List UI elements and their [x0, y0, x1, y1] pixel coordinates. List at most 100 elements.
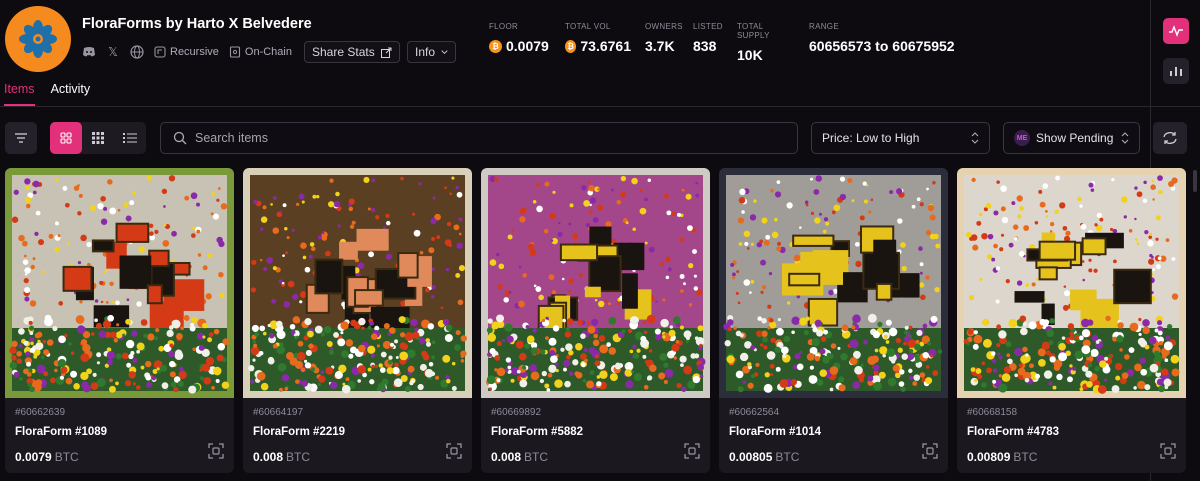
item-meta: #60662639 FloraForm #1089 0.0079 BTC — [5, 398, 234, 473]
item-price: 0.008 BTC — [253, 450, 462, 464]
sort-select[interactable]: Price: Low to High — [811, 122, 990, 154]
grid-large-icon — [60, 132, 72, 144]
search-bar — [160, 122, 798, 154]
magic-eden-icon: ME — [1014, 130, 1030, 146]
bitcoin-icon: ₿ — [489, 39, 502, 53]
stat-floor-label: FLOOR — [489, 22, 519, 31]
rail-divider — [1151, 106, 1200, 107]
item-name[interactable]: FloraForm #1089 — [15, 426, 224, 438]
item-price: 0.00809 BTC — [967, 450, 1176, 464]
stat-listed-label: LISTED — [693, 22, 723, 31]
price-value: 0.00809 — [967, 450, 1011, 464]
stat-owners: OWNERS 3.7K — [645, 22, 683, 63]
tab-bar: Items Activity — [4, 82, 90, 106]
search-icon — [173, 131, 187, 145]
item-card[interactable]: #60662564 FloraForm #1014 0.00805 BTC — [719, 168, 948, 473]
item-price: 0.0079 BTC — [15, 450, 224, 464]
pending-select[interactable]: ME Show Pending — [1003, 122, 1140, 154]
price-currency: BTC — [775, 450, 800, 464]
stat-total-supply: TOTAL SUPPLY 10K — [737, 22, 795, 63]
discord-icon[interactable] — [82, 45, 96, 59]
scan-icon[interactable] — [1160, 443, 1176, 459]
price-currency: BTC — [54, 450, 79, 464]
stat-total-vol-label: TOTAL VOL — [565, 22, 611, 31]
item-card[interactable]: #60669892 FloraForm #5882 0.008 BTC — [481, 168, 710, 473]
price-currency: BTC — [524, 450, 549, 464]
scan-icon[interactable] — [684, 443, 700, 459]
chevron-up-down-icon — [1121, 132, 1129, 144]
chevron-down-icon — [441, 50, 448, 55]
view-list-button[interactable] — [114, 122, 146, 154]
share-stats-button[interactable]: Share Stats — [304, 41, 400, 63]
stat-owners-label: OWNERS — [645, 22, 683, 31]
inscription-number: #60668158 — [967, 407, 1018, 418]
scan-icon[interactable] — [208, 443, 224, 459]
view-small-grid-button[interactable] — [82, 122, 114, 154]
view-mode-group — [50, 122, 146, 154]
view-large-grid-button[interactable] — [50, 122, 82, 154]
bitcoin-icon: ₿ — [565, 39, 577, 53]
item-name[interactable]: FloraForm #5882 — [491, 426, 700, 438]
item-name[interactable]: FloraForm #4783 — [967, 426, 1176, 438]
scan-icon[interactable] — [446, 443, 462, 459]
refresh-icon — [1163, 132, 1177, 144]
item-artwork[interactable] — [481, 168, 710, 398]
stat-floor-value: ₿ 0.0079 — [489, 38, 551, 54]
stat-listed: LISTED 838 — [693, 22, 723, 63]
collection-title: FloraForms by Harto X Belvedere — [82, 16, 312, 32]
inscription-number: #60669892 — [491, 407, 542, 418]
recursive-label: Recursive — [170, 46, 219, 58]
scrollbar-thumb[interactable] — [1193, 170, 1197, 192]
x-icon[interactable]: 𝕏 — [106, 45, 120, 59]
item-card[interactable]: #60664197 FloraForm #2219 0.008 BTC — [243, 168, 472, 473]
list-icon — [123, 133, 137, 143]
item-meta: #60664197 FloraForm #2219 0.008 BTC — [243, 398, 472, 473]
item-price: 0.00805 BTC — [729, 450, 938, 464]
collection-logo — [5, 6, 71, 72]
item-artwork[interactable] — [5, 168, 234, 398]
owners-value: 3.7K — [645, 38, 675, 54]
range-value: 60656573 to 60675952 — [809, 38, 955, 54]
globe-icon[interactable] — [130, 45, 144, 59]
item-card[interactable]: #60668158 FloraForm #4783 0.00809 BTC — [957, 168, 1186, 473]
item-meta: #60669892 FloraForm #5882 0.008 BTC — [481, 398, 710, 473]
inscription-number: #60662564 — [729, 407, 780, 418]
tab-items[interactable]: Items — [4, 82, 35, 106]
item-meta: #60668158 FloraForm #4783 0.00809 BTC — [957, 398, 1186, 473]
item-artwork[interactable] — [957, 168, 1186, 398]
flower-icon — [19, 20, 57, 58]
price-value: 0.0079 — [15, 450, 52, 464]
chevron-up-down-icon — [971, 132, 979, 144]
item-name[interactable]: FloraForm #2219 — [253, 426, 462, 438]
scan-icon[interactable] — [922, 443, 938, 459]
item-artwork[interactable] — [243, 168, 472, 398]
item-card[interactable]: #60662639 FloraForm #1089 0.0079 BTC — [5, 168, 234, 473]
item-meta: #60662564 FloraForm #1014 0.00805 BTC — [719, 398, 948, 473]
item-artwork[interactable] — [719, 168, 948, 398]
price-currency: BTC — [1013, 450, 1038, 464]
price-value: 0.008 — [491, 450, 522, 464]
refresh-button[interactable] — [1153, 122, 1187, 154]
recursive-tag: Recursive — [154, 46, 219, 58]
stat-total-vol: TOTAL VOL ₿ 73.6761 — [565, 22, 631, 63]
filter-button[interactable] — [5, 122, 37, 154]
on-chain-icon — [229, 46, 240, 58]
item-name[interactable]: FloraForm #1014 — [729, 426, 938, 438]
page: FloraForms by Harto X Belvedere 𝕏 Recurs… — [0, 0, 1200, 481]
tab-activity[interactable]: Activity — [51, 82, 91, 106]
item-grid: #60662639 FloraForm #1089 0.0079 BTC #606641… — [5, 168, 1186, 473]
analytics-button[interactable] — [1163, 58, 1189, 84]
price-value: 0.008 — [253, 450, 284, 464]
pulse-icon — [1169, 25, 1183, 37]
info-dropdown[interactable]: Info — [407, 41, 456, 63]
stat-total-vol-value: ₿ 73.6761 — [565, 38, 631, 54]
search-input[interactable] — [195, 131, 775, 145]
info-label: Info — [415, 45, 436, 59]
on-chain-label: On-Chain — [244, 46, 292, 58]
pending-label: Show Pending — [1036, 131, 1114, 145]
collection-header: FloraForms by Harto X Belvedere 𝕏 Recurs… — [0, 0, 1150, 80]
activity-chart-button[interactable] — [1163, 18, 1189, 44]
recursive-icon — [154, 46, 166, 58]
stat-range: RANGE 60656573 to 60675952 — [809, 22, 955, 63]
stat-range-label: RANGE — [809, 22, 839, 31]
